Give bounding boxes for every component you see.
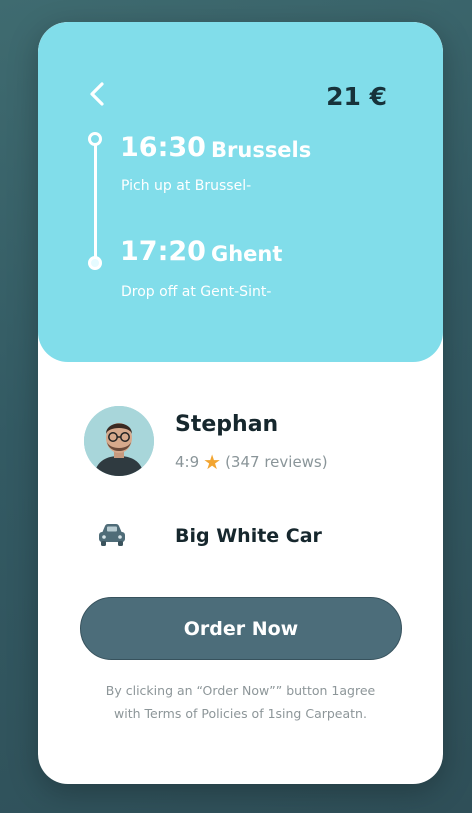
trip-header: 21 € 16:30 Brussels Pich up at Brussel- … — [38, 22, 443, 362]
terms-line-2: with Terms of Policies of 1sing Carpeatn… — [114, 705, 367, 721]
driver-name: Stephan — [175, 412, 279, 437]
pickup-city: Brussels — [211, 138, 312, 162]
pickup-dot-icon — [88, 132, 102, 146]
driver-avatar-illustration — [84, 406, 154, 476]
pickup-detail: Pich up at Brussel- — [121, 178, 252, 194]
dropoff-city: Ghent — [211, 242, 283, 266]
review-count: (347 reviews) — [225, 453, 328, 471]
vehicle-label: Big White Car — [175, 525, 322, 547]
trip-price: 21 € — [326, 82, 387, 111]
star-icon: ★ — [203, 450, 222, 474]
trip-card: 21 € 16:30 Brussels Pich up at Brussel- … — [38, 22, 443, 784]
dropoff-time: 17:20 — [120, 236, 206, 267]
rating-value: 4:9 — [175, 453, 200, 471]
dropoff-detail: Drop off at Gent-Sint- — [121, 284, 272, 300]
pickup-time: 16:30 — [120, 132, 206, 163]
terms-notice: By clicking an “Order Now”” button 1agre… — [78, 680, 403, 725]
route-timeline — [94, 145, 97, 263]
driver-rating: 4:9 ★ (347 reviews) — [175, 452, 328, 472]
order-now-button[interactable]: Order Now — [80, 597, 402, 660]
driver-avatar[interactable] — [84, 406, 154, 476]
dropoff-dot-icon — [88, 256, 102, 270]
terms-line-1: By clicking an “Order Now”” button 1agre… — [105, 683, 376, 698]
back-chevron-icon[interactable] — [86, 80, 108, 108]
car-icon — [99, 524, 125, 546]
